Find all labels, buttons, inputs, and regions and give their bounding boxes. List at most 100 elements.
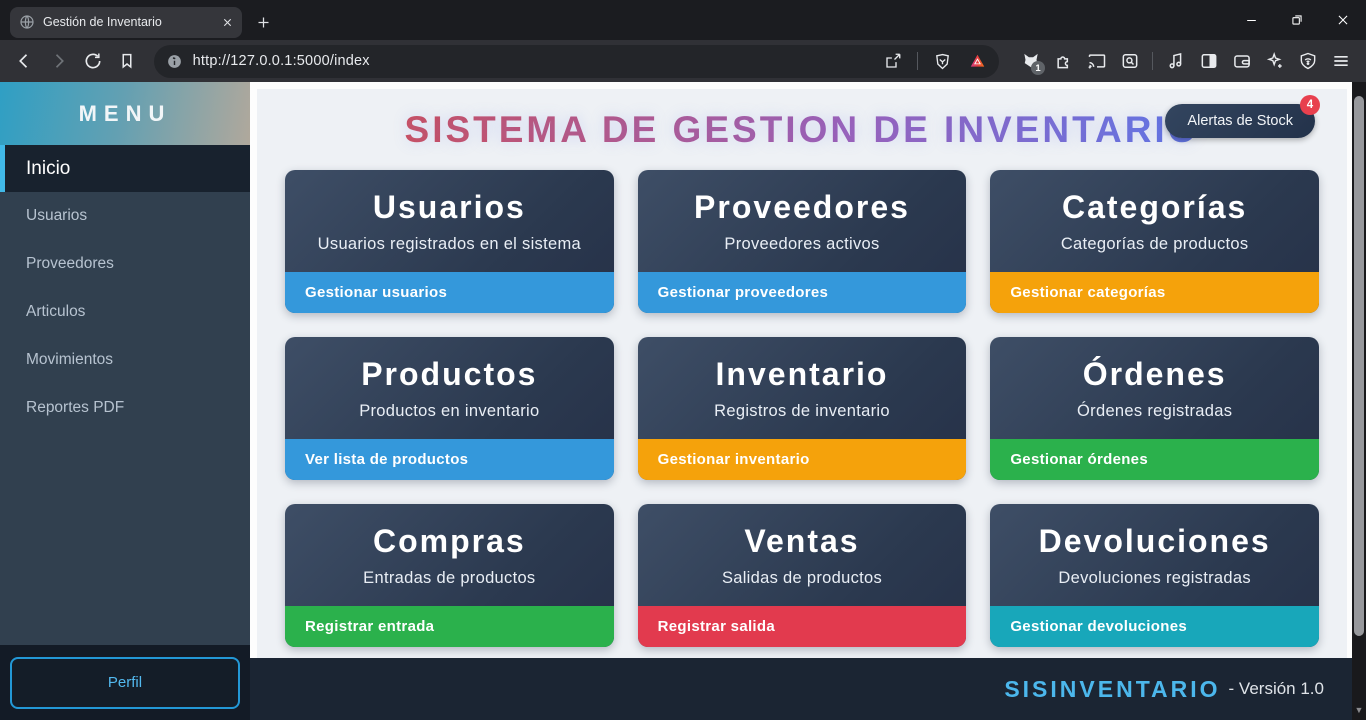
- brave-rewards-icon[interactable]: [962, 46, 993, 76]
- extensions-puzzle-icon[interactable]: [1048, 46, 1079, 76]
- music-note-icon[interactable]: [1160, 46, 1191, 76]
- card-title: Inventario: [716, 356, 889, 393]
- sidebar-item-articulos[interactable]: Articulos: [0, 288, 250, 336]
- wallet-extension-icon[interactable]: 1: [1015, 46, 1046, 76]
- minimize-button[interactable]: [1228, 0, 1274, 40]
- new-tab-button[interactable]: [256, 15, 271, 30]
- bookmark-icon[interactable]: [113, 46, 141, 76]
- restore-button[interactable]: [1274, 0, 1320, 40]
- card-title: Devoluciones: [1039, 523, 1271, 560]
- globe-icon: [19, 14, 35, 30]
- scrollbar-down-arrow[interactable]: ▼: [1352, 705, 1366, 715]
- sidebar: MENU Inicio Usuarios Proveedores Articul…: [0, 82, 250, 720]
- card-body: Proveedores Proveedores activos: [638, 170, 967, 272]
- footer-brand: SISINVENTARIO: [1004, 676, 1220, 703]
- card-body: Compras Entradas de productos: [285, 504, 614, 606]
- sidebar-item-inicio[interactable]: Inicio: [0, 145, 250, 192]
- wallet-icon[interactable]: [1226, 46, 1257, 76]
- card-subtitle: Devoluciones registradas: [1058, 569, 1250, 588]
- page-viewport: MENU Inicio Usuarios Proveedores Articul…: [0, 82, 1366, 720]
- card-title: Productos: [361, 356, 537, 393]
- site-info-icon[interactable]: [166, 53, 183, 70]
- url-text: http://127.0.0.1:5000/index: [193, 53, 370, 69]
- window-controls: [1228, 0, 1366, 40]
- card-title: Compras: [373, 523, 526, 560]
- card-body: Devoluciones Devoluciones registradas: [990, 504, 1319, 606]
- stock-alerts-button[interactable]: Alertas de Stock 4: [1165, 104, 1315, 138]
- card-title: Usuarios: [373, 189, 526, 226]
- stock-alerts-label: Alertas de Stock: [1187, 113, 1293, 129]
- share-icon[interactable]: [877, 46, 908, 76]
- reload-icon[interactable]: [79, 46, 107, 76]
- card-action-gestionar-categorias[interactable]: Gestionar categorías: [990, 272, 1319, 313]
- menu-hamburger-icon[interactable]: [1325, 46, 1356, 76]
- brave-shield-icon[interactable]: [927, 46, 958, 76]
- card-subtitle: Entradas de productos: [363, 569, 535, 588]
- leo-ai-sparkle-icon[interactable]: [1259, 46, 1290, 76]
- main-content: SISTEMA DE GESTION DE INVENTARIO Alertas…: [250, 82, 1352, 720]
- card-action-gestionar-devoluciones[interactable]: Gestionar devoluciones: [990, 606, 1319, 647]
- card-subtitle: Registros de inventario: [714, 402, 890, 421]
- divider: [1152, 52, 1153, 70]
- card-productos[interactable]: Productos Productos en inventario Ver li…: [285, 337, 614, 480]
- extension-cluster: 1: [1015, 46, 1356, 76]
- card-body: Productos Productos en inventario: [285, 337, 614, 439]
- extension-badge: 1: [1031, 61, 1045, 75]
- card-body: Ventas Salidas de productos: [638, 504, 967, 606]
- sidebar-item-proveedores[interactable]: Proveedores: [0, 240, 250, 288]
- card-action-registrar-entrada[interactable]: Registrar entrada: [285, 606, 614, 647]
- card-ventas[interactable]: Ventas Salidas de productos Registrar sa…: [638, 504, 967, 647]
- card-action-ver-lista-productos[interactable]: Ver lista de productos: [285, 439, 614, 480]
- card-proveedores[interactable]: Proveedores Proveedores activos Gestiona…: [638, 170, 967, 313]
- card-title: Ventas: [744, 523, 859, 560]
- tab-title: Gestión de Inventario: [43, 15, 214, 29]
- card-action-gestionar-inventario[interactable]: Gestionar inventario: [638, 439, 967, 480]
- cast-icon[interactable]: [1081, 46, 1112, 76]
- sidebar-item-reportes-pdf[interactable]: Reportes PDF: [0, 384, 250, 432]
- sidebar-menu-title: MENU: [0, 82, 250, 145]
- search-tabs-icon[interactable]: [1114, 46, 1145, 76]
- stock-alerts-badge: 4: [1300, 95, 1320, 115]
- card-title: Proveedores: [694, 189, 910, 226]
- card-ordenes[interactable]: Órdenes Órdenes registradas Gestionar ór…: [990, 337, 1319, 480]
- card-subtitle: Proveedores activos: [724, 235, 879, 254]
- browser-toolbar: http://127.0.0.1:5000/index: [0, 40, 1366, 82]
- page-header: SISTEMA DE GESTION DE INVENTARIO Alertas…: [257, 89, 1347, 153]
- sidebar-footer: Perfil: [0, 645, 250, 720]
- back-icon[interactable]: [10, 46, 38, 76]
- card-body: Inventario Registros de inventario: [638, 337, 967, 439]
- divider: [917, 52, 918, 70]
- card-body: Categorías Categorías de productos: [990, 170, 1319, 272]
- address-bar[interactable]: http://127.0.0.1:5000/index: [154, 45, 999, 78]
- tab-close-icon[interactable]: [222, 17, 233, 28]
- page-scrollbar[interactable]: ▼: [1352, 82, 1366, 720]
- card-body: Usuarios Usuarios registrados en el sist…: [285, 170, 614, 272]
- card-body: Órdenes Órdenes registradas: [990, 337, 1319, 439]
- card-subtitle: Órdenes registradas: [1077, 402, 1232, 421]
- app-footer: SISINVENTARIO - Versión 1.0: [250, 658, 1352, 720]
- browser-window: Gestión de Inventario: [0, 0, 1366, 720]
- close-button[interactable]: [1320, 0, 1366, 40]
- card-grid: Usuarios Usuarios registrados en el sist…: [285, 170, 1319, 647]
- sidebar-item-movimientos[interactable]: Movimientos: [0, 336, 250, 384]
- card-inventario[interactable]: Inventario Registros de inventario Gesti…: [638, 337, 967, 480]
- card-compras[interactable]: Compras Entradas de productos Registrar …: [285, 504, 614, 647]
- card-action-gestionar-ordenes[interactable]: Gestionar órdenes: [990, 439, 1319, 480]
- card-action-registrar-salida[interactable]: Registrar salida: [638, 606, 967, 647]
- profile-button[interactable]: Perfil: [10, 657, 240, 709]
- forward-icon[interactable]: [44, 46, 72, 76]
- scrollbar-thumb[interactable]: [1354, 96, 1364, 636]
- card-title: Órdenes: [1083, 356, 1227, 393]
- sidebar-item-usuarios[interactable]: Usuarios: [0, 192, 250, 240]
- card-subtitle: Productos en inventario: [359, 402, 539, 421]
- card-subtitle: Categorías de productos: [1061, 235, 1249, 254]
- vpn-shield-icon[interactable]: [1292, 46, 1323, 76]
- browser-tab[interactable]: Gestión de Inventario: [10, 7, 242, 38]
- card-devoluciones[interactable]: Devoluciones Devoluciones registradas Ge…: [990, 504, 1319, 647]
- card-usuarios[interactable]: Usuarios Usuarios registrados en el sist…: [285, 170, 614, 313]
- sidebar-panel-icon[interactable]: [1193, 46, 1224, 76]
- card-categorias[interactable]: Categorías Categorías de productos Gesti…: [990, 170, 1319, 313]
- content-panel: SISTEMA DE GESTION DE INVENTARIO Alertas…: [257, 89, 1347, 658]
- card-action-gestionar-usuarios[interactable]: Gestionar usuarios: [285, 272, 614, 313]
- card-action-gestionar-proveedores[interactable]: Gestionar proveedores: [638, 272, 967, 313]
